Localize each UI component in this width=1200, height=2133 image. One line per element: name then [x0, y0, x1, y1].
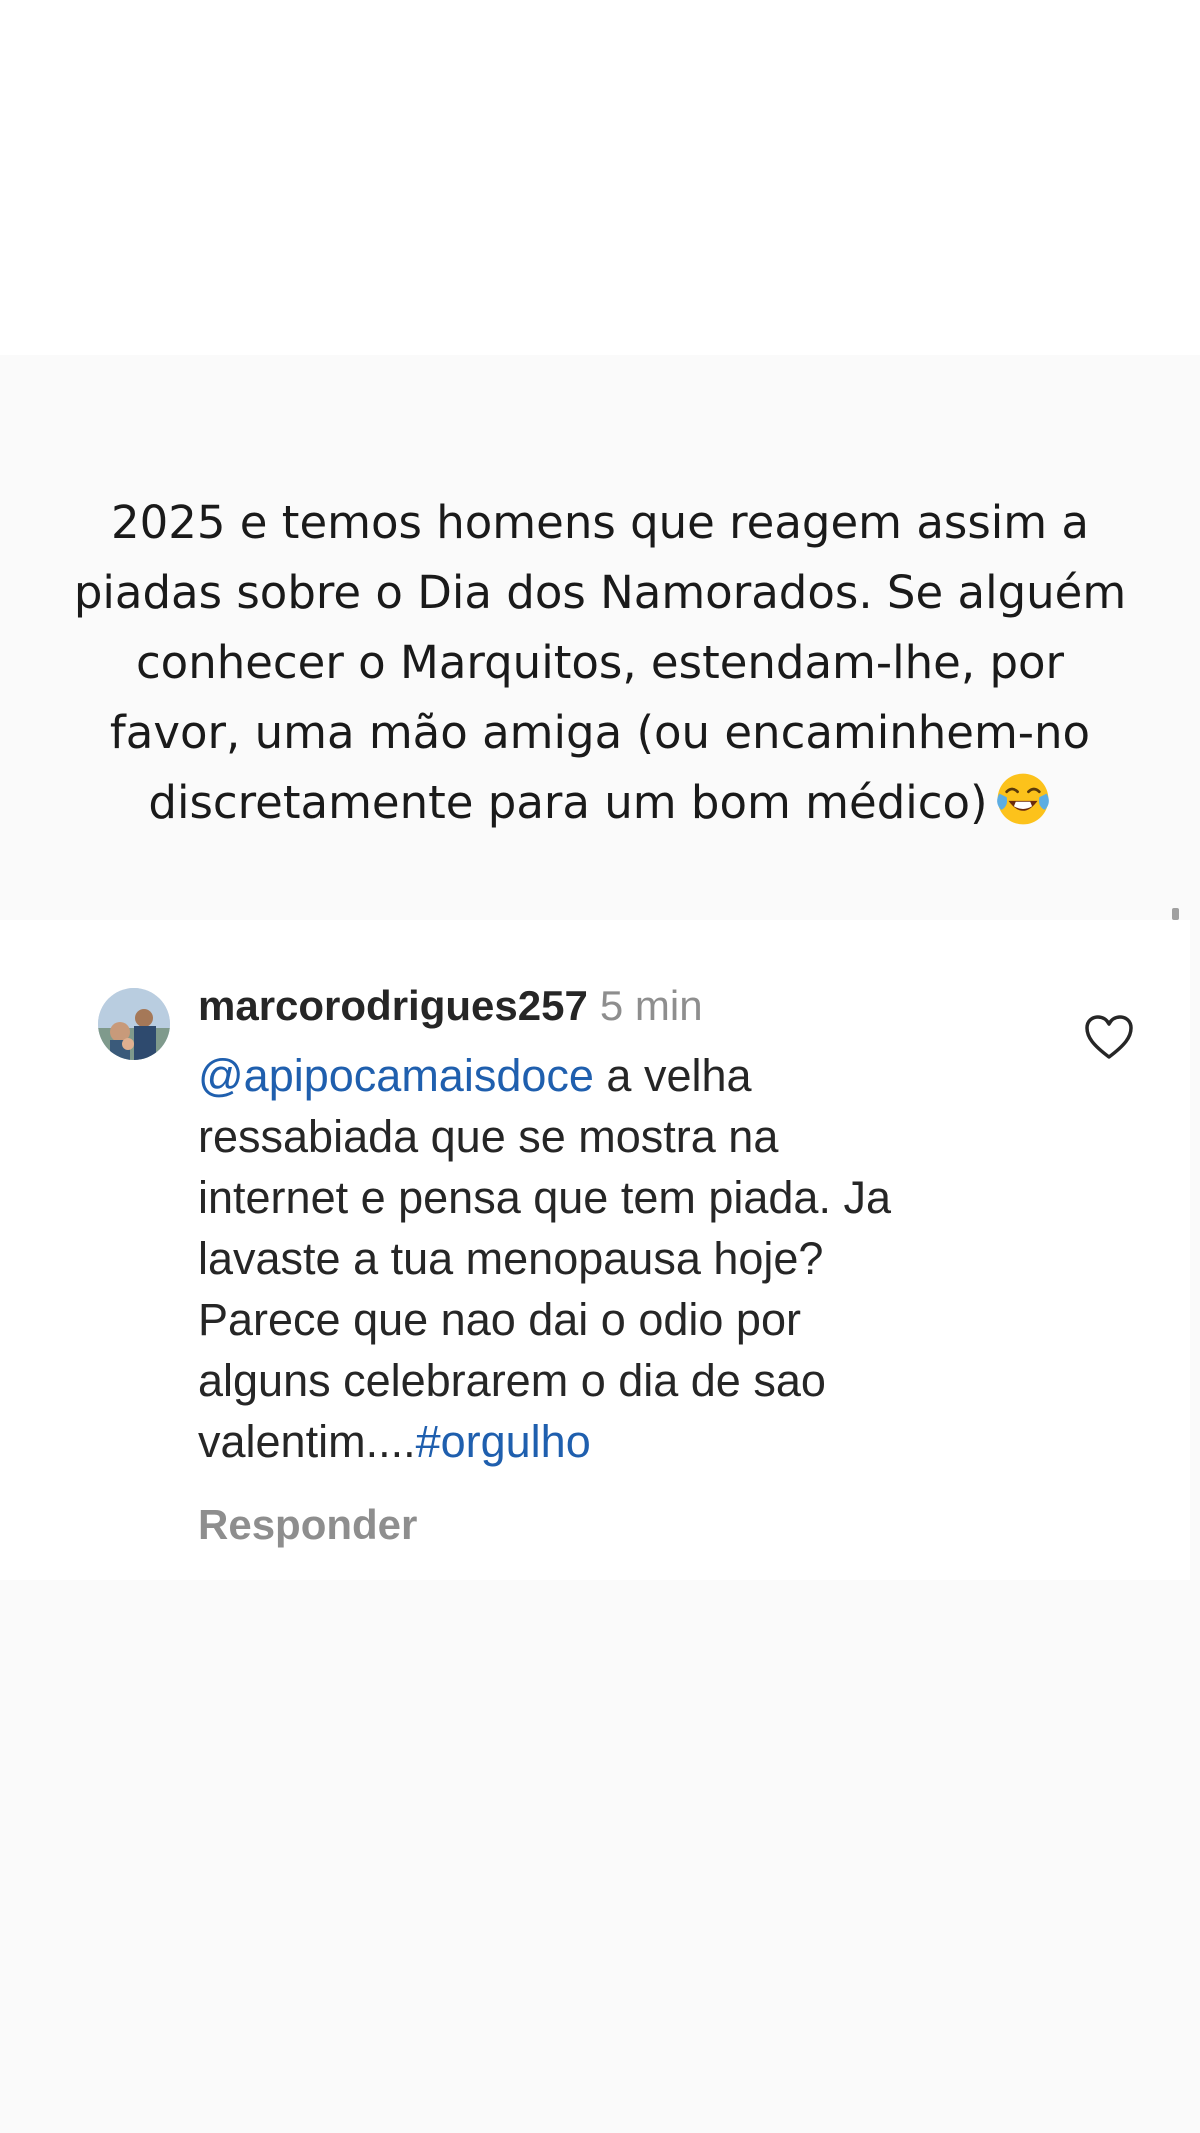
comment-line: internet e pensa que tem piada. Ja [198, 1172, 891, 1223]
comment-line-text: valentim.... [198, 1416, 416, 1467]
comment-header: marcorodrigues257 5 min [198, 978, 703, 1034]
comment-line: valentim....#orgulho [198, 1411, 1058, 1472]
comment-line: alguns celebrarem o dia de sao [198, 1355, 826, 1406]
story-top-area [0, 0, 1200, 355]
caption-line: favor, uma mão amiga (ou encaminhem-no [109, 706, 1091, 759]
timestamp: 5 min [599, 982, 703, 1029]
face-with-tears-of-joy-icon [996, 773, 1049, 825]
username[interactable]: marcorodrigues257 [198, 982, 588, 1029]
avatar-photo-icon [98, 988, 170, 1060]
story-caption: 2025 e temos homens que reagem assim a p… [40, 488, 1160, 838]
comment-line: ressabiada que se mostra na [198, 1111, 779, 1162]
scroll-indicator [1172, 908, 1179, 920]
caption-line: piadas sobre o Dia dos Namorados. Se alg… [73, 566, 1127, 619]
caption-line: conhecer o Marquitos, estendam-lhe, por [135, 636, 1065, 689]
comment-line: lavaste a tua menopausa hoje? [198, 1233, 824, 1284]
like-heart-icon[interactable] [1083, 1013, 1135, 1061]
comment-line: @apipocamaisdoce a velha [198, 1045, 1058, 1106]
comment-line-text: a velha [593, 1050, 752, 1101]
avatar[interactable] [98, 988, 170, 1060]
comment-line: Parece que nao dai o odio por [198, 1294, 801, 1345]
caption-line: 2025 e temos homens que reagem assim a [110, 496, 1090, 549]
caption-line: discretamente para um bom médico) [148, 776, 988, 829]
mention-link[interactable]: @apipocamaisdoce [198, 1050, 594, 1101]
hashtag-link[interactable]: #orgulho [416, 1416, 591, 1467]
comment-text: @apipocamaisdoce a velha ressabiada que … [198, 1045, 1058, 1472]
reply-button[interactable]: Responder [198, 1497, 417, 1553]
